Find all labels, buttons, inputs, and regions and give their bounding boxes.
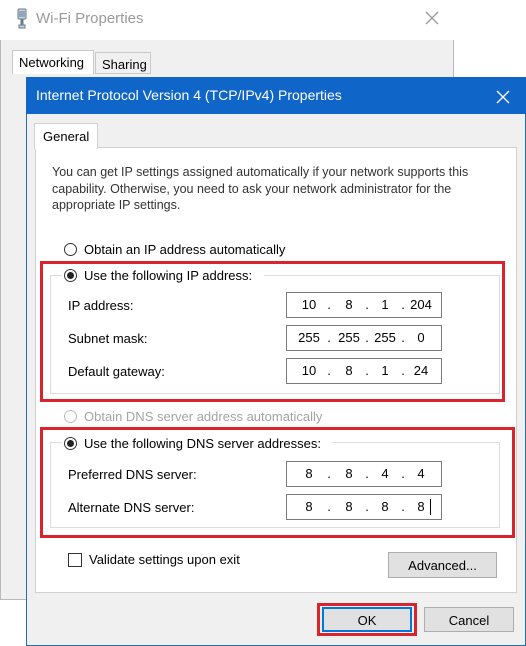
- validate-checkbox[interactable]: [68, 553, 82, 567]
- subnet-mask-label: Subnet mask:: [68, 331, 148, 346]
- default-gateway-field[interactable]: 10 . 8 . 1 . 24: [286, 358, 442, 384]
- ip-manual-radio[interactable]: [64, 269, 77, 282]
- ip-manual-label[interactable]: Use the following IP address:: [84, 268, 252, 283]
- dns-manual-radio[interactable]: [64, 437, 77, 450]
- preferred-dns-label: Preferred DNS server:: [68, 467, 197, 482]
- wifi-adapter-icon: [14, 8, 30, 30]
- ip-address-field[interactable]: 10 . 8 . 1 . 204: [286, 292, 442, 318]
- tab-general[interactable]: General: [34, 123, 98, 149]
- subnet-mask-field[interactable]: 255 . 255 . 255 . 0: [286, 325, 442, 351]
- preferred-dns-field[interactable]: 8 . 8 . 4 . 4: [286, 461, 442, 487]
- dialog-title: Internet Protocol Version 4 (TCP/IPv4) P…: [36, 87, 342, 103]
- validate-label[interactable]: Validate settings upon exit: [89, 552, 240, 567]
- wifi-properties-title: Wi-Fi Properties: [36, 10, 144, 27]
- ip-address-label: IP address:: [68, 298, 134, 313]
- text-caret: [430, 499, 431, 515]
- description-text: You can get IP settings assigned automat…: [52, 165, 469, 212]
- dns-manual-label[interactable]: Use the following DNS server addresses:: [84, 436, 321, 451]
- advanced-button[interactable]: Advanced...: [388, 552, 497, 578]
- cancel-button[interactable]: Cancel: [424, 607, 514, 632]
- tab-networking[interactable]: Networking: [12, 50, 94, 74]
- default-gateway-label: Default gateway:: [68, 364, 165, 379]
- close-icon[interactable]: [420, 6, 444, 30]
- dns-auto-radio: [64, 410, 77, 423]
- dns-auto-label: Obtain DNS server address automatically: [84, 409, 323, 424]
- alternate-dns-field[interactable]: 8 . 8 . 8 . 8: [286, 494, 442, 520]
- alternate-dns-label: Alternate DNS server:: [68, 500, 195, 515]
- ok-highlight-box: [317, 603, 417, 636]
- close-icon[interactable]: [492, 86, 514, 108]
- ip-auto-radio[interactable]: [64, 243, 77, 256]
- ip-auto-label[interactable]: Obtain an IP address automatically: [84, 242, 285, 257]
- tab-sharing[interactable]: Sharing: [95, 52, 151, 74]
